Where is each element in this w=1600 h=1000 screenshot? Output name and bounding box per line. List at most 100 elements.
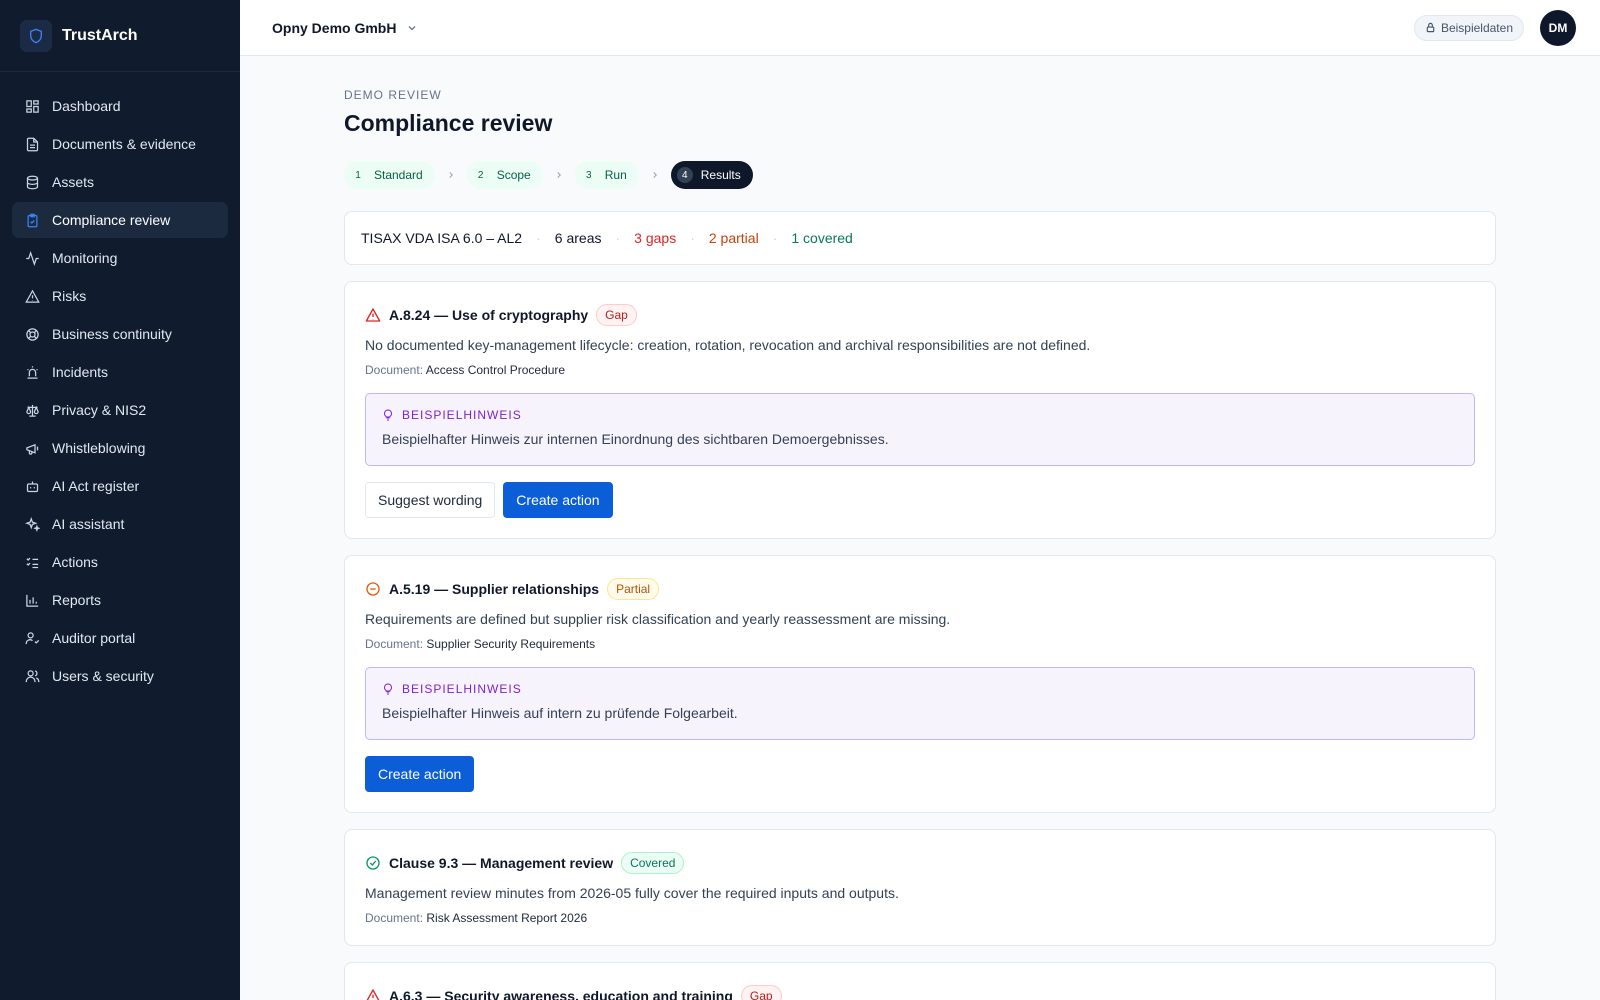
summary-covered: 1 covered bbox=[791, 230, 853, 246]
sidebar: TrustArch Dashboard Documents & evidence… bbox=[0, 0, 240, 1000]
sidebar-item-label: Privacy & NIS2 bbox=[52, 402, 147, 418]
activity-icon bbox=[24, 250, 40, 266]
demo-data-badge: Beispieldaten bbox=[1413, 14, 1524, 41]
avatar[interactable]: DM bbox=[1540, 9, 1576, 46]
minus-circle-icon bbox=[365, 581, 381, 597]
sidebar-item-users-security[interactable]: Users & security bbox=[12, 658, 228, 694]
document-link[interactable]: Risk Assessment Report 2026 bbox=[426, 911, 587, 925]
sidebar-item-whistleblowing[interactable]: Whistleblowing bbox=[12, 430, 228, 466]
sidebar-item-business-continuity[interactable]: Business continuity bbox=[12, 316, 228, 352]
chevron-right-icon bbox=[650, 170, 660, 180]
demo-data-label: Beispieldaten bbox=[1440, 20, 1513, 35]
step-number: 1 bbox=[355, 169, 361, 181]
tenant-name: Opny Demo GmbH bbox=[272, 19, 397, 36]
sidebar-item-label: Incidents bbox=[52, 364, 109, 380]
review-stepper: 1 Standard 2 Scope 3 Run 4 Results bbox=[344, 161, 1496, 189]
document-label: Document: bbox=[365, 363, 424, 377]
sidebar-item-label: Risks bbox=[52, 288, 87, 304]
sidebar-item-assets[interactable]: Assets bbox=[12, 164, 228, 200]
sidebar-item-dashboard[interactable]: Dashboard bbox=[12, 88, 228, 124]
megaphone-icon bbox=[24, 440, 40, 456]
hint-box: BEISPIELHINWEIS Beispielhafter Hinweis z… bbox=[365, 393, 1475, 466]
dashboard-icon bbox=[24, 98, 40, 114]
step-number: 2 bbox=[477, 169, 484, 181]
sidebar-item-ai-act-register[interactable]: AI Act register bbox=[12, 468, 228, 504]
finding-actions: Suggest wording Create action bbox=[365, 482, 1475, 518]
sidebar-item-label: AI assistant bbox=[52, 516, 125, 532]
sidebar-item-compliance-review[interactable]: Compliance review bbox=[12, 202, 228, 238]
document-link[interactable]: Access Control Procedure bbox=[426, 363, 565, 377]
sidebar-item-auditor-portal[interactable]: Auditor portal bbox=[12, 620, 228, 656]
brand-name: TrustArch bbox=[62, 26, 138, 44]
step-standard[interactable]: 1 Standard bbox=[344, 161, 435, 189]
hint-label: BEISPIELHINWEIS bbox=[402, 682, 522, 696]
step-label: Standard bbox=[374, 168, 423, 182]
create-action-button[interactable]: Create action bbox=[365, 756, 475, 792]
sidebar-item-label: Documents & evidence bbox=[52, 136, 196, 152]
step-scope[interactable]: 2 Scope bbox=[466, 161, 543, 189]
sidebar-item-documents[interactable]: Documents & evidence bbox=[12, 126, 228, 162]
users-icon bbox=[24, 668, 40, 684]
sidebar-item-label: Users & security bbox=[52, 668, 154, 684]
sidebar-item-actions[interactable]: Actions bbox=[12, 544, 228, 580]
separator-dot: · bbox=[536, 230, 541, 246]
status-badge: Gap bbox=[596, 304, 637, 326]
lightbulb-icon bbox=[382, 683, 394, 695]
scale-icon bbox=[24, 402, 40, 418]
summary-areas: 6 areas bbox=[554, 230, 602, 246]
sidebar-item-risks[interactable]: Risks bbox=[12, 278, 228, 314]
siren-icon bbox=[24, 364, 40, 380]
tenant-switcher[interactable]: Opny Demo GmbH bbox=[272, 20, 418, 36]
sidebar-item-incidents[interactable]: Incidents bbox=[12, 354, 228, 390]
finding-title: A.5.19 — Supplier relationships bbox=[389, 581, 600, 597]
summary-standard: TISAX VDA ISA 6.0 – AL2 bbox=[361, 230, 523, 246]
bar-chart-icon bbox=[24, 592, 40, 608]
brand[interactable]: TrustArch bbox=[0, 0, 240, 72]
sidebar-item-label: Assets bbox=[52, 174, 95, 190]
hint-label: BEISPIELHINWEIS bbox=[402, 408, 522, 422]
document-label: Document: bbox=[365, 911, 424, 925]
finding-title: A.6.3 — Security awareness, education an… bbox=[389, 988, 733, 1000]
sparkles-icon bbox=[24, 516, 40, 532]
finding-header: A.8.24 — Use of cryptography Gap bbox=[365, 304, 1475, 326]
sidebar-item-label: Whistleblowing bbox=[52, 440, 146, 456]
shield-logo-icon bbox=[20, 19, 52, 52]
document-label: Document: bbox=[365, 637, 424, 651]
lightbulb-icon bbox=[382, 409, 394, 421]
step-label: Scope bbox=[496, 168, 531, 182]
bot-icon bbox=[24, 478, 40, 494]
user-check-icon bbox=[24, 630, 40, 646]
sidebar-item-privacy-nis2[interactable]: Privacy & NIS2 bbox=[12, 392, 228, 428]
page-eyebrow: DEMO REVIEW bbox=[344, 88, 442, 102]
lifebuoy-icon bbox=[24, 326, 40, 342]
finding-title: Clause 9.3 — Management review bbox=[389, 855, 614, 871]
summary-gaps: 3 gaps bbox=[634, 230, 677, 246]
document-link[interactable]: Supplier Security Requirements bbox=[426, 637, 595, 651]
check-circle-icon bbox=[365, 855, 381, 871]
sidebar-item-label: Compliance review bbox=[52, 212, 171, 228]
summary-partial: 2 partial bbox=[708, 230, 759, 246]
database-icon bbox=[24, 174, 40, 190]
finding-description: No documented key-management lifecycle: … bbox=[365, 337, 1091, 353]
step-results[interactable]: 4 Results bbox=[670, 161, 753, 189]
create-action-button[interactable]: Create action bbox=[503, 482, 613, 518]
hint-box: BEISPIELHINWEIS Beispielhafter Hinweis a… bbox=[365, 667, 1475, 740]
document-icon bbox=[24, 136, 40, 152]
finding-card: A.5.19 — Supplier relationships Partial … bbox=[344, 555, 1496, 813]
finding-header: Clause 9.3 — Management review Covered bbox=[365, 852, 1475, 874]
step-run[interactable]: 3 Run bbox=[574, 161, 639, 189]
topbar: Opny Demo GmbH Beispieldaten DM bbox=[240, 0, 1600, 56]
warning-triangle-icon bbox=[24, 288, 40, 304]
hint-text: Beispielhafter Hinweis zur internen Eino… bbox=[382, 431, 889, 447]
sidebar-item-ai-assistant[interactable]: AI assistant bbox=[12, 506, 228, 542]
sidebar-item-reports[interactable]: Reports bbox=[12, 582, 228, 618]
clipboard-check-icon bbox=[24, 212, 40, 228]
page-title: Compliance review bbox=[344, 110, 553, 136]
suggest-wording-button[interactable]: Suggest wording bbox=[365, 482, 496, 518]
separator-dot: · bbox=[772, 230, 778, 246]
step-number: 3 bbox=[585, 169, 592, 181]
alert-triangle-icon bbox=[365, 307, 381, 323]
finding-title: A.8.24 — Use of cryptography bbox=[389, 307, 589, 323]
sidebar-item-monitoring[interactable]: Monitoring bbox=[12, 240, 228, 276]
main-content: DEMO REVIEW Compliance review 1 Standard… bbox=[344, 56, 1496, 1000]
